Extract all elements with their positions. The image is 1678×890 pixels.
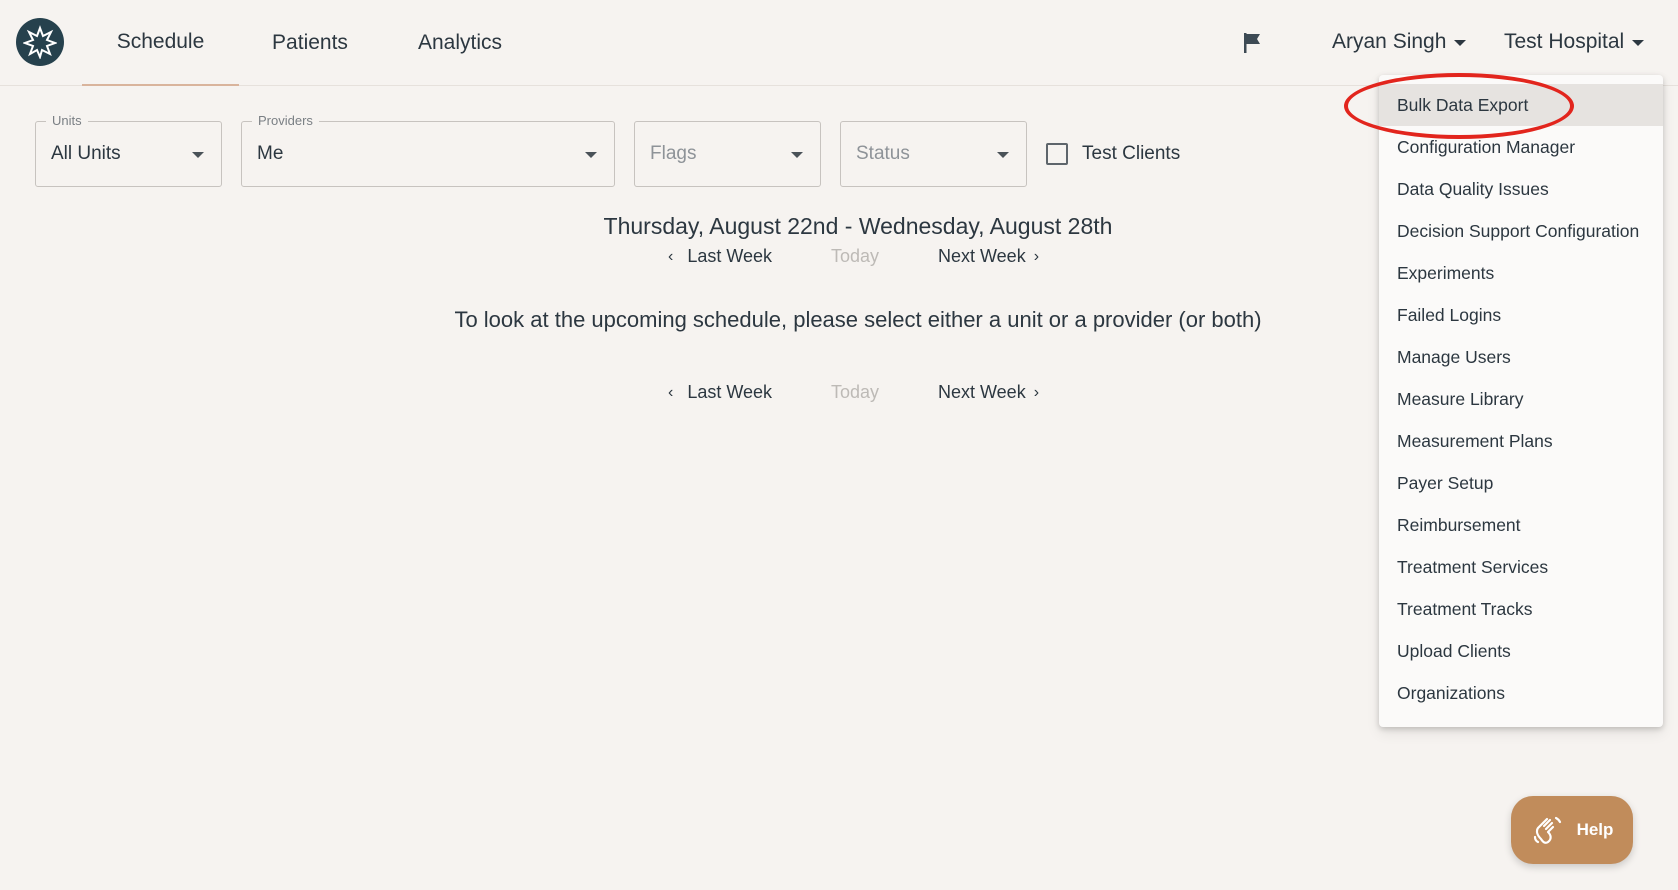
next-week-label: Next Week bbox=[938, 246, 1026, 266]
user-menu[interactable]: Aryan Singh bbox=[1332, 26, 1467, 58]
test-clients-checkbox[interactable] bbox=[1046, 143, 1068, 165]
chevron-right-icon: › bbox=[1033, 247, 1040, 265]
menu-item-upload-clients[interactable]: Upload Clients bbox=[1379, 630, 1663, 672]
chevron-down-icon bbox=[997, 152, 1009, 158]
test-clients-label: Test Clients bbox=[1082, 143, 1181, 164]
flags-select[interactable]: Flags bbox=[634, 121, 821, 187]
chevron-left-icon: ‹ bbox=[668, 383, 674, 401]
menu-item-failed-logins[interactable]: Failed Logins bbox=[1379, 294, 1663, 336]
menu-item-decision-support-configuration[interactable]: Decision Support Configuration bbox=[1379, 210, 1663, 252]
app-logo[interactable] bbox=[16, 18, 64, 66]
last-week-label: Last Week bbox=[687, 246, 773, 266]
menu-item-experiments[interactable]: Experiments bbox=[1379, 252, 1663, 294]
tab-patients[interactable]: Patients bbox=[262, 0, 358, 86]
menu-item-payer-setup[interactable]: Payer Setup bbox=[1379, 462, 1663, 504]
waving-hand-icon bbox=[1533, 816, 1561, 844]
chevron-left-icon: ‹ bbox=[668, 247, 674, 265]
date-range-title: Thursday, August 22nd - Wednesday, Augus… bbox=[603, 213, 1113, 239]
top-nav: Schedule Patients Analytics Aryan Singh … bbox=[0, 0, 1678, 86]
menu-item-manage-users[interactable]: Manage Users bbox=[1379, 336, 1663, 378]
today-button[interactable]: Today bbox=[831, 246, 879, 267]
menu-item-treatment-tracks[interactable]: Treatment Tracks bbox=[1379, 588, 1663, 630]
menu-item-configuration-manager[interactable]: Configuration Manager bbox=[1379, 126, 1663, 168]
organization-menu[interactable]: Test Hospital bbox=[1504, 26, 1645, 58]
units-value: All Units bbox=[51, 143, 121, 164]
units-legend: Units bbox=[46, 113, 88, 128]
today-button[interactable]: Today bbox=[831, 382, 879, 403]
menu-item-reimbursement[interactable]: Reimbursement bbox=[1379, 504, 1663, 546]
menu-item-measurement-plans[interactable]: Measurement Plans bbox=[1379, 420, 1663, 462]
menu-item-organizations[interactable]: Organizations bbox=[1379, 672, 1663, 714]
next-week-label: Next Week bbox=[938, 382, 1026, 402]
empty-schedule-message: To look at the upcoming schedule, please… bbox=[454, 307, 1262, 332]
providers-select[interactable]: Providers Me bbox=[241, 113, 615, 187]
help-button[interactable]: Help bbox=[1511, 796, 1633, 864]
status-select[interactable]: Status bbox=[840, 121, 1027, 187]
organization-dropdown-menu: Bulk Data Export Configuration Manager D… bbox=[1379, 75, 1663, 727]
tab-analytics[interactable]: Analytics bbox=[410, 0, 510, 86]
chevron-down-icon bbox=[1454, 40, 1467, 46]
providers-value: Me bbox=[257, 143, 284, 164]
chevron-down-icon bbox=[192, 152, 204, 158]
week-nav-top: ‹ Last Week Today Next Week › bbox=[660, 246, 1060, 274]
chevron-down-icon bbox=[1632, 40, 1645, 46]
next-week-button[interactable]: Next Week › bbox=[938, 246, 1039, 267]
user-name: Aryan Singh bbox=[1332, 30, 1447, 53]
status-placeholder: Status bbox=[856, 143, 910, 164]
next-week-button[interactable]: Next Week › bbox=[938, 382, 1039, 403]
menu-item-bulk-data-export[interactable]: Bulk Data Export bbox=[1379, 84, 1663, 126]
menu-item-treatment-services[interactable]: Treatment Services bbox=[1379, 546, 1663, 588]
flag-icon[interactable] bbox=[1240, 30, 1266, 56]
last-week-button[interactable]: ‹ Last Week bbox=[668, 382, 772, 403]
chevron-down-icon bbox=[585, 152, 597, 158]
organization-name: Test Hospital bbox=[1504, 30, 1625, 53]
tab-schedule[interactable]: Schedule bbox=[82, 0, 239, 86]
test-clients-toggle[interactable]: Test Clients bbox=[1046, 143, 1180, 165]
providers-legend: Providers bbox=[252, 113, 319, 128]
help-label: Help bbox=[1576, 820, 1614, 839]
burst-logo-icon bbox=[23, 25, 57, 59]
chevron-right-icon: › bbox=[1033, 383, 1040, 401]
week-nav-bottom: ‹ Last Week Today Next Week › bbox=[660, 382, 1060, 410]
last-week-button[interactable]: ‹ Last Week bbox=[668, 246, 772, 267]
units-select[interactable]: Units All Units bbox=[35, 113, 222, 187]
menu-item-data-quality-issues[interactable]: Data Quality Issues bbox=[1379, 168, 1663, 210]
chevron-down-icon bbox=[791, 152, 803, 158]
menu-item-measure-library[interactable]: Measure Library bbox=[1379, 378, 1663, 420]
last-week-label: Last Week bbox=[687, 382, 773, 402]
flags-placeholder: Flags bbox=[650, 143, 697, 164]
